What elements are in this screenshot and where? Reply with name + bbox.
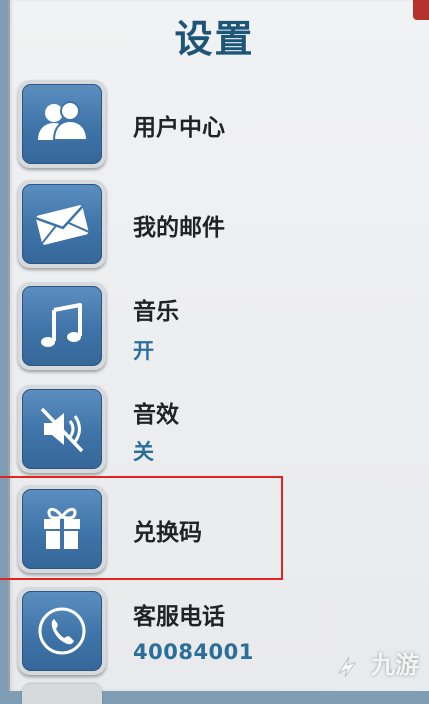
speaker-muted-icon	[40, 407, 84, 453]
mail-button[interactable]	[18, 180, 106, 268]
watermark-logo-icon	[337, 656, 356, 678]
sound-effects-toggle-button[interactable]	[18, 385, 106, 473]
settings-row-mail[interactable]: 我的邮件	[0, 180, 429, 275]
watermark: 九游	[333, 645, 419, 681]
user-center-label: 用户中心	[133, 115, 225, 141]
mail-label: 我的邮件	[133, 215, 225, 241]
sound-effects-label: 音效	[133, 402, 179, 428]
customer-service-label: 客服电话	[133, 604, 225, 630]
watermark-text: 九游	[371, 651, 419, 679]
settings-row-user-center[interactable]: 用户中心	[0, 80, 429, 175]
redeem-highlight-frame	[0, 476, 283, 580]
user-icon	[38, 101, 89, 141]
sound-effects-status: 关	[133, 440, 154, 464]
next-row-tile-partial	[22, 684, 102, 704]
customer-service-button[interactable]	[18, 587, 106, 675]
music-label: 音乐	[133, 299, 179, 325]
music-status: 开	[133, 339, 154, 363]
settings-row-music[interactable]: 音乐 开	[0, 282, 429, 377]
music-toggle-button[interactable]	[18, 282, 106, 370]
user-center-button[interactable]	[18, 80, 106, 168]
page-title: 设置	[174, 17, 255, 61]
mail-icon	[35, 205, 90, 245]
settings-row-sound-effects[interactable]: 音效 关	[0, 385, 429, 480]
music-note-icon	[41, 303, 82, 347]
phone-icon	[38, 607, 86, 655]
customer-service-phone: 40084001	[133, 640, 254, 664]
